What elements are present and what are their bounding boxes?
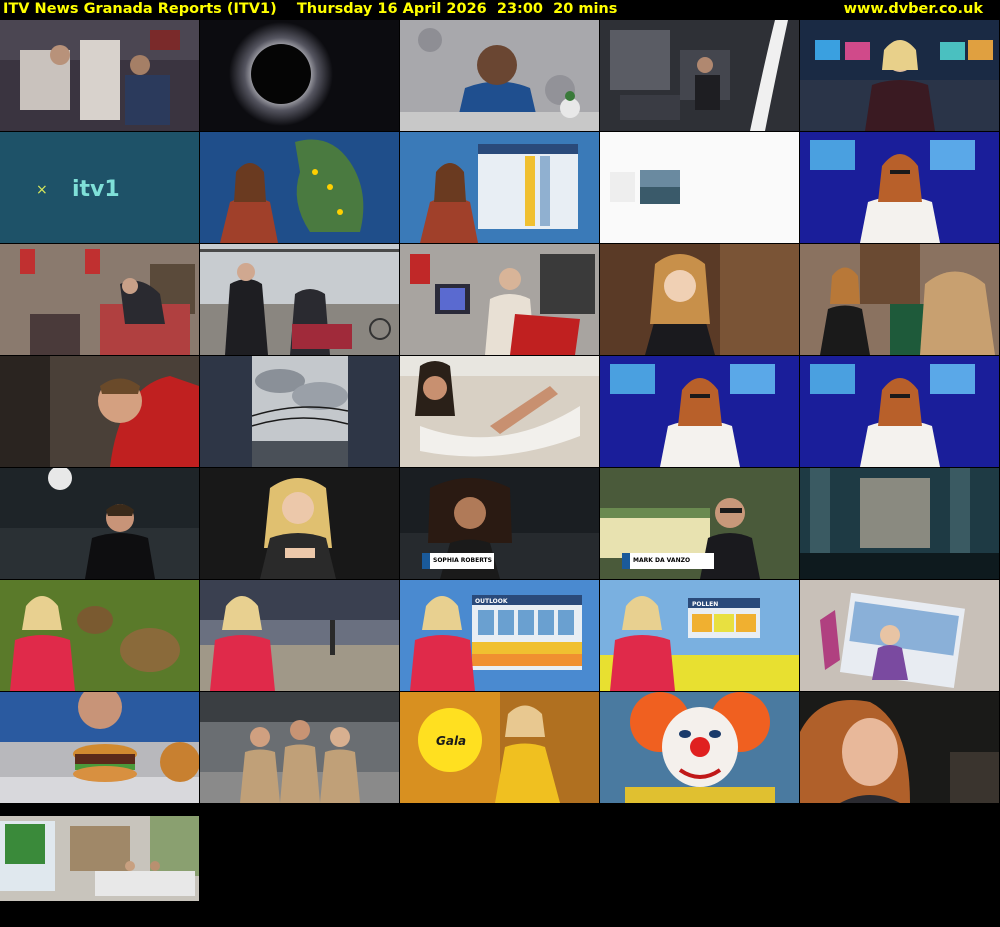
man-reclining-image <box>0 356 199 467</box>
gala-logo: Gala <box>436 734 466 748</box>
cloudy-sky-wires-image <box>200 356 399 467</box>
thumbnail[interactable] <box>600 356 799 467</box>
solar-eclipse-image <box>200 20 399 131</box>
header-bar: ITV News Granada Reports (ITV1) Thursday… <box>0 0 1000 20</box>
weather-pollen-chart-image: POLLEN <box>600 580 799 691</box>
thumbnail[interactable]: OUTLOOK <box>400 580 599 691</box>
outlook-heading: OUTLOOK <box>475 598 508 605</box>
white-screen-image <box>600 132 799 243</box>
thumbnail[interactable]: POLLEN <box>600 580 799 691</box>
newsroom-presenter-image <box>800 20 999 131</box>
theatre-interior-image <box>800 468 999 579</box>
thumbnail[interactable] <box>800 692 999 803</box>
thumbnail[interactable] <box>800 132 999 243</box>
svg-text:×: × <box>36 182 48 198</box>
woman-hammock-image <box>400 356 599 467</box>
thumbnail[interactable] <box>200 468 399 579</box>
caption-name: SOPHIA ROBERTS <box>433 557 492 564</box>
burger-advert-image <box>0 692 199 803</box>
programme-title: ITV News Granada Reports (ITV1) Thursday… <box>3 1 618 17</box>
thumbnail[interactable] <box>0 356 199 467</box>
weather-outlook-presenter-image <box>400 132 599 243</box>
weather-ducklings-image <box>0 580 199 691</box>
thumbnail[interactable] <box>200 244 399 355</box>
thumbnail[interactable] <box>0 20 199 131</box>
thumbnail[interactable] <box>800 580 999 691</box>
thumbnail[interactable] <box>800 356 999 467</box>
thumbnail[interactable] <box>400 356 599 467</box>
site-link[interactable]: www.dvber.co.uk <box>844 0 983 19</box>
thumbnail[interactable]: SOPHIA ROBERTS <box>400 468 599 579</box>
man-glasses-interview-image: MARK DA VANZO <box>600 468 799 579</box>
itv1-logo-image: × itv1 <box>0 132 199 243</box>
weather-map-presenter-image <box>200 132 399 243</box>
thumbnail[interactable] <box>800 244 999 355</box>
thumbnail[interactable] <box>400 20 599 131</box>
woman-closeup-image <box>800 692 999 803</box>
thumbnail[interactable] <box>400 132 599 243</box>
space-station-interior-image <box>600 20 799 131</box>
thumbnail[interactable] <box>200 580 399 691</box>
thumbnail[interactable]: × itv1 <box>0 132 199 243</box>
thumbnail[interactable] <box>600 132 799 243</box>
two-women-sofa-image <box>800 244 999 355</box>
bedroom-man-wheelchair-image <box>0 244 199 355</box>
thumbnail[interactable] <box>400 244 599 355</box>
blonde-woman-portrait-image <box>200 468 399 579</box>
thumbnail[interactable] <box>800 20 999 131</box>
caption-name: MARK DA VANZO <box>633 557 690 564</box>
thumbnail[interactable]: Gala <box>400 692 599 803</box>
studio-presenter-image <box>600 356 799 467</box>
svg-text:itv1: itv1 <box>72 177 120 202</box>
gala-advert-image: Gala <box>400 692 599 803</box>
thumbnail[interactable] <box>0 816 199 927</box>
thumbnail[interactable] <box>800 468 999 579</box>
weather-beach-statue-image <box>200 580 399 691</box>
thumbnail[interactable] <box>600 692 799 803</box>
thumbnail[interactable] <box>200 20 399 131</box>
seaside-promenade-image <box>200 244 399 355</box>
astronaut-interview-image <box>400 20 599 131</box>
thumbnail[interactable] <box>200 132 399 243</box>
weather-outlook-chart-image: OUTLOOK <box>400 580 599 691</box>
woman-theatre-interview-image: SOPHIA ROBERTS <box>400 468 599 579</box>
young-woman-interview-image <box>600 244 799 355</box>
showroom-staff-image <box>200 692 399 803</box>
living-room-tv-image <box>0 816 199 901</box>
thumbnail[interactable] <box>0 468 199 579</box>
thumbnail[interactable] <box>600 244 799 355</box>
studio-presenter-image <box>800 356 999 467</box>
thumbnail[interactable] <box>200 356 399 467</box>
clown-face-image <box>600 692 799 803</box>
thumbnail[interactable]: MARK DA VANZO <box>600 468 799 579</box>
thumbnail[interactable] <box>200 692 399 803</box>
studio-presenter-image <box>800 132 999 243</box>
thumbnail[interactable] <box>0 244 199 355</box>
thumbnail[interactable] <box>0 580 199 691</box>
family-living-room-image <box>400 244 599 355</box>
thumbnail[interactable] <box>600 20 799 131</box>
man-theatre-seats-image <box>0 468 199 579</box>
space-station-crew-image <box>0 20 199 131</box>
girl-beach-photo-image <box>800 580 999 691</box>
thumbnail[interactable] <box>0 692 199 803</box>
pollen-heading: POLLEN <box>692 601 718 608</box>
